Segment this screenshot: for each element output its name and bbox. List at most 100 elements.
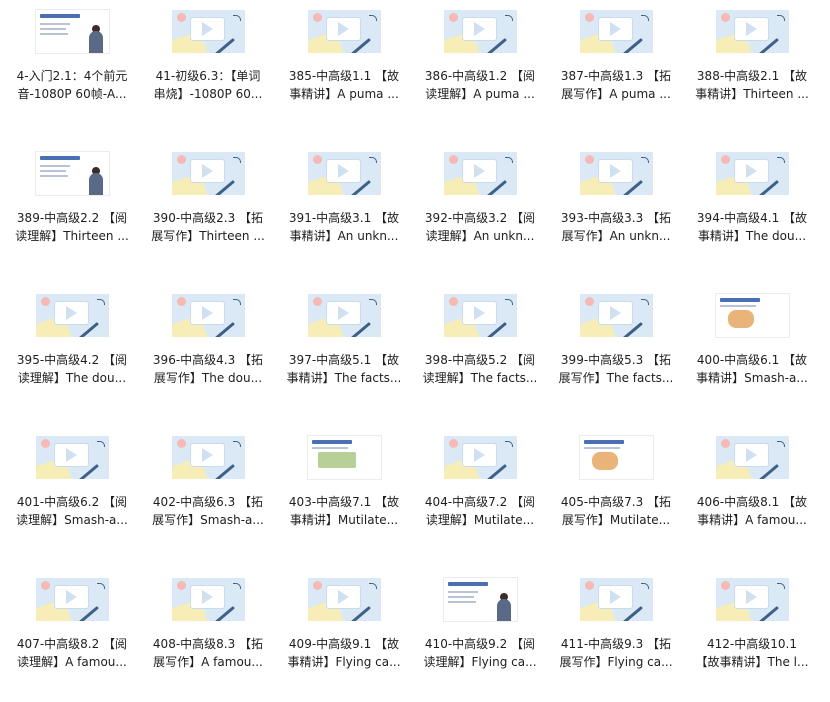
file-name[interactable]: 399-中高级5.3 【拓 展写作】The facts...	[551, 352, 681, 387]
file-name-line-1: 399-中高级5.3 【拓	[560, 353, 672, 367]
file-name[interactable]: 400-中高级6.1 【故 事精讲】Smash-a...	[687, 352, 817, 387]
file-name[interactable]: 406-中高级8.1 【故 事精讲】A famou...	[687, 494, 817, 529]
file-item[interactable]: 394-中高级4.1 【故 事精讲】The dou...	[687, 142, 817, 276]
file-name-line-1: 386-中高级1.2 【阅	[424, 69, 536, 83]
file-name[interactable]: 393-中高级3.3 【拓 展写作】An unkn...	[551, 210, 681, 245]
file-name[interactable]: 394-中高级4.1 【故 事精讲】The dou...	[687, 210, 817, 245]
file-name[interactable]: 396-中高级4.3 【拓 展写作】The dou...	[143, 352, 273, 387]
file-item[interactable]: 408-中高级8.3 【拓 展写作】A famou...	[143, 568, 273, 702]
file-name[interactable]: 385-中高级1.1 【故 事精讲】A puma ...	[279, 68, 409, 103]
video-thumbnail-icon[interactable]	[716, 294, 789, 337]
video-thumbnail-icon[interactable]	[308, 578, 381, 621]
video-thumbnail-icon[interactable]	[580, 294, 653, 337]
video-thumbnail-icon[interactable]	[308, 436, 381, 479]
file-item[interactable]: 393-中高级3.3 【拓 展写作】An unkn...	[551, 142, 681, 276]
file-item[interactable]: 397-中高级5.1 【故 事精讲】The facts...	[279, 284, 409, 418]
file-name[interactable]: 401-中高级6.2 【阅 读理解】Smash-a...	[7, 494, 137, 529]
file-item[interactable]: 412-中高级10.1 【故事精讲】The l...	[687, 568, 817, 702]
file-name-line-2: 展写作】Mutilate...	[561, 512, 671, 527]
file-name[interactable]: 392-中高级3.2 【阅 读理解】An unkn...	[415, 210, 545, 245]
video-thumbnail-icon[interactable]	[444, 578, 517, 621]
video-thumbnail-icon[interactable]	[308, 152, 381, 195]
video-thumbnail-icon[interactable]	[580, 152, 653, 195]
file-name-line-1: 41-初级6.3：【单词	[155, 69, 261, 83]
file-item[interactable]: 395-中高级4.2 【阅 读理解】The dou...	[7, 284, 137, 418]
file-item[interactable]: 407-中高级8.2 【阅 读理解】A famou...	[7, 568, 137, 702]
file-item[interactable]: 398-中高级5.2 【阅 读理解】The facts...	[415, 284, 545, 418]
file-name[interactable]: 407-中高级8.2 【阅 读理解】A famou...	[7, 636, 137, 671]
video-thumbnail-icon[interactable]	[172, 578, 245, 621]
video-thumbnail-icon[interactable]	[444, 436, 517, 479]
video-thumbnail-icon[interactable]	[36, 152, 109, 195]
file-name-line-1: 410-中高级9.2 【阅	[424, 637, 536, 651]
video-thumbnail-icon[interactable]	[36, 436, 109, 479]
file-name[interactable]: 410-中高级9.2 【阅 读理解】Flying ca...	[415, 636, 545, 671]
file-item[interactable]: 387-中高级1.3 【拓 展写作】A puma ...	[551, 0, 681, 134]
file-item[interactable]: 409-中高级9.1 【故 事精讲】Flying ca...	[279, 568, 409, 702]
file-item[interactable]: 406-中高级8.1 【故 事精讲】A famou...	[687, 426, 817, 560]
video-thumbnail-icon[interactable]	[716, 10, 789, 53]
video-thumbnail-icon[interactable]	[716, 578, 789, 621]
file-item[interactable]: 389-中高级2.2 【阅 读理解】Thirteen ...	[7, 142, 137, 276]
file-item[interactable]: 400-中高级6.1 【故 事精讲】Smash-a...	[687, 284, 817, 418]
video-thumbnail-icon[interactable]	[36, 294, 109, 337]
file-name[interactable]: 391-中高级3.1 【故 事精讲】An unkn...	[279, 210, 409, 245]
file-name[interactable]: 397-中高级5.1 【故 事精讲】The facts...	[279, 352, 409, 387]
video-thumbnail-icon[interactable]	[36, 578, 109, 621]
file-name-line-1: 401-中高级6.2 【阅	[16, 495, 128, 509]
file-item[interactable]: 4-入门2.1：4个前元 音-1080P 60帧-A...	[7, 0, 137, 134]
file-name[interactable]: 398-中高级5.2 【阅 读理解】The facts...	[415, 352, 545, 387]
file-name[interactable]: 395-中高级4.2 【阅 读理解】The dou...	[7, 352, 137, 387]
file-item[interactable]: 391-中高级3.1 【故 事精讲】An unkn...	[279, 142, 409, 276]
file-name[interactable]: 409-中高级9.1 【故 事精讲】Flying ca...	[279, 636, 409, 671]
video-thumbnail-icon[interactable]	[172, 10, 245, 53]
file-item[interactable]: 386-中高级1.2 【阅 读理解】A puma ...	[415, 0, 545, 134]
file-item[interactable]: 388-中高级2.1 【故 事精讲】Thirteen ...	[687, 0, 817, 134]
video-thumbnail-icon[interactable]	[444, 294, 517, 337]
file-name[interactable]: 387-中高级1.3 【拓 展写作】A puma ...	[551, 68, 681, 103]
file-name[interactable]: 404-中高级7.2 【阅 读理解】Mutilate...	[415, 494, 545, 529]
video-thumbnail-icon[interactable]	[172, 294, 245, 337]
video-thumbnail-icon[interactable]	[716, 436, 789, 479]
file-name[interactable]: 389-中高级2.2 【阅 读理解】Thirteen ...	[7, 210, 137, 245]
file-item[interactable]: 405-中高级7.3 【拓 展写作】Mutilate...	[551, 426, 681, 560]
video-thumbnail-icon[interactable]	[172, 152, 245, 195]
file-item[interactable]: 411-中高级9.3 【拓 展写作】Flying ca...	[551, 568, 681, 702]
file-name[interactable]: 402-中高级6.3 【拓 展写作】Smash-a...	[143, 494, 273, 529]
file-item[interactable]: 402-中高级6.3 【拓 展写作】Smash-a...	[143, 426, 273, 560]
file-name[interactable]: 386-中高级1.2 【阅 读理解】A puma ...	[415, 68, 545, 103]
video-thumbnail-icon[interactable]	[308, 294, 381, 337]
file-name[interactable]: 390-中高级2.3 【拓 展写作】Thirteen ...	[143, 210, 273, 245]
file-name-line-2: 事精讲】Smash-a...	[696, 370, 808, 385]
file-name-line-2: 读理解】Thirteen ...	[15, 228, 129, 243]
file-item[interactable]: 385-中高级1.1 【故 事精讲】A puma ...	[279, 0, 409, 134]
file-name[interactable]: 403-中高级7.1 【故 事精讲】Mutilate...	[279, 494, 409, 529]
file-name[interactable]: 41-初级6.3：【单词 串烧】-1080P 60...	[143, 68, 273, 103]
file-item[interactable]: 399-中高级5.3 【拓 展写作】The facts...	[551, 284, 681, 418]
file-item[interactable]: 396-中高级4.3 【拓 展写作】The dou...	[143, 284, 273, 418]
file-item[interactable]: 410-中高级9.2 【阅 读理解】Flying ca...	[415, 568, 545, 702]
file-name[interactable]: 405-中高级7.3 【拓 展写作】Mutilate...	[551, 494, 681, 529]
file-name-line-2: 展写作】Flying ca...	[559, 654, 673, 669]
video-thumbnail-icon[interactable]	[444, 152, 517, 195]
video-thumbnail-icon[interactable]	[172, 436, 245, 479]
file-item[interactable]: 392-中高级3.2 【阅 读理解】An unkn...	[415, 142, 545, 276]
video-thumbnail-icon[interactable]	[716, 152, 789, 195]
file-name[interactable]: 411-中高级9.3 【拓 展写作】Flying ca...	[551, 636, 681, 671]
file-name[interactable]: 412-中高级10.1 【故事精讲】The l...	[687, 636, 817, 671]
file-item[interactable]: 401-中高级6.2 【阅 读理解】Smash-a...	[7, 426, 137, 560]
file-item[interactable]: 390-中高级2.3 【拓 展写作】Thirteen ...	[143, 142, 273, 276]
video-thumbnail-icon[interactable]	[580, 436, 653, 479]
file-name[interactable]: 408-中高级8.3 【拓 展写作】A famou...	[143, 636, 273, 671]
video-thumbnail-icon[interactable]	[36, 10, 109, 53]
file-name-line-1: 400-中高级6.1 【故	[696, 353, 808, 367]
video-thumbnail-icon[interactable]	[444, 10, 517, 53]
video-thumbnail-icon[interactable]	[580, 578, 653, 621]
video-thumbnail-icon[interactable]	[580, 10, 653, 53]
file-item[interactable]: 404-中高级7.2 【阅 读理解】Mutilate...	[415, 426, 545, 560]
file-name[interactable]: 4-入门2.1：4个前元 音-1080P 60帧-A...	[7, 68, 137, 103]
file-item[interactable]: 41-初级6.3：【单词 串烧】-1080P 60...	[143, 0, 273, 134]
file-item[interactable]: 403-中高级7.1 【故 事精讲】Mutilate...	[279, 426, 409, 560]
file-name[interactable]: 388-中高级2.1 【故 事精讲】Thirteen ...	[687, 68, 817, 103]
video-thumbnail-icon[interactable]	[308, 10, 381, 53]
